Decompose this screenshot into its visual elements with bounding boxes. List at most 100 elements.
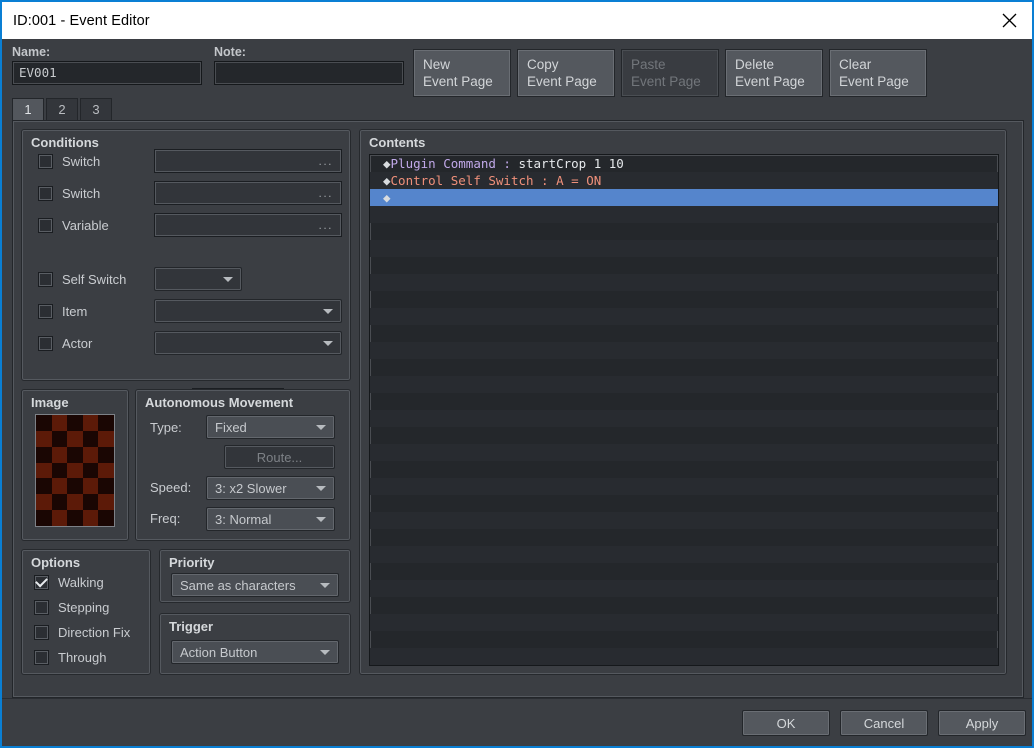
conditions-title: Conditions <box>31 135 99 150</box>
movement-type-label: Type: <box>150 420 182 435</box>
ellipsis-icon[interactable]: ... <box>318 218 333 232</box>
ellipsis-icon[interactable]: ... <box>318 186 333 200</box>
movement-freq-value: 3: Normal <box>215 512 316 527</box>
trigger-title: Trigger <box>169 619 213 634</box>
checker-cell <box>67 463 83 479</box>
chevron-down-icon <box>316 517 326 522</box>
event-page-panel: Conditions SwitchSwitchVariableSelf Swit… <box>12 120 1024 698</box>
checker-cell <box>36 447 52 463</box>
event-command-row-empty[interactable] <box>370 495 998 512</box>
condition-variable-field[interactable]: ... <box>154 213 342 237</box>
option-checkbox-walking[interactable] <box>34 575 49 590</box>
event-command-row-empty[interactable] <box>370 410 998 427</box>
option-checkbox-stepping[interactable] <box>34 600 49 615</box>
command-argument: startCrop 1 10 <box>518 156 623 171</box>
event-command-row-empty[interactable] <box>370 631 998 648</box>
ellipsis-icon[interactable]: ... <box>318 154 333 168</box>
event-command-row-empty[interactable] <box>370 580 998 597</box>
checker-cell <box>67 415 83 431</box>
event-command-row-empty[interactable] <box>370 461 998 478</box>
clear-event-page-button[interactable]: ClearEvent Page <box>829 49 927 97</box>
option-checkbox-direction-fix[interactable] <box>34 625 49 640</box>
new-event-page-button[interactable]: NewEvent Page <box>413 49 511 97</box>
condition-self-switch-select[interactable] <box>154 267 242 291</box>
priority-value: Same as characters <box>180 578 320 593</box>
note-input[interactable] <box>214 61 404 85</box>
event-page-tab-2[interactable]: 2 <box>46 98 78 120</box>
event-command-row-empty[interactable] <box>370 325 998 342</box>
event-command-row-empty[interactable] <box>370 478 998 495</box>
movement-route-button[interactable]: Route... <box>224 445 335 469</box>
checker-cell <box>36 415 52 431</box>
condition-checkbox-switch[interactable] <box>38 154 53 169</box>
condition-switch-field[interactable]: ... <box>154 149 342 173</box>
event-command-row[interactable]: ◆ <box>370 189 998 206</box>
event-command-row-empty[interactable] <box>370 291 998 308</box>
condition-actor-select[interactable] <box>154 331 342 355</box>
condition-checkbox-variable[interactable] <box>38 218 53 233</box>
event-command-row-empty[interactable] <box>370 512 998 529</box>
command-separator: : <box>496 156 519 171</box>
event-command-row-empty[interactable] <box>370 257 998 274</box>
checker-cell <box>98 494 114 510</box>
event-page-tab-1[interactable]: 1 <box>12 98 44 120</box>
event-command-row-empty[interactable] <box>370 342 998 359</box>
movement-freq-select[interactable]: 3: Normal <box>206 507 335 531</box>
option-checkbox-through[interactable] <box>34 650 49 665</box>
condition-checkbox-item[interactable] <box>38 304 53 319</box>
apply-button[interactable]: Apply <box>938 710 1026 736</box>
delete-event-page-button[interactable]: DeleteEvent Page <box>725 49 823 97</box>
movement-freq-label: Freq: <box>150 511 180 526</box>
event-command-row-empty[interactable] <box>370 206 998 223</box>
event-command-row-empty[interactable] <box>370 444 998 461</box>
priority-select[interactable]: Same as characters <box>171 573 339 597</box>
event-command-row-empty[interactable] <box>370 563 998 580</box>
condition-checkbox-self-switch[interactable] <box>38 272 53 287</box>
event-command-row[interactable]: ◆Plugin Command : startCrop 1 10 <box>370 155 998 172</box>
movement-speed-select[interactable]: 3: x2 Slower <box>206 476 335 500</box>
condition-label: Actor <box>62 336 92 351</box>
checker-cell <box>83 431 99 447</box>
checker-cell <box>98 510 114 526</box>
cancel-button[interactable]: Cancel <box>840 710 928 736</box>
checker-cell <box>52 415 68 431</box>
event-command-row-empty[interactable] <box>370 376 998 393</box>
title-bar: ID:001 - Event Editor <box>2 2 1032 39</box>
close-icon[interactable] <box>986 2 1032 39</box>
condition-row-switch: Switch <box>38 182 100 204</box>
event-command-row-empty[interactable] <box>370 546 998 563</box>
copy-event-page-button[interactable]: CopyEvent Page <box>517 49 615 97</box>
condition-row-self-switch: Self Switch <box>38 268 126 290</box>
event-page-tab-3[interactable]: 3 <box>80 98 112 120</box>
event-command-row[interactable]: ◆Control Self Switch : A = ON <box>370 172 998 189</box>
character-image-preview[interactable] <box>35 414 115 527</box>
event-command-row-empty[interactable] <box>370 648 998 665</box>
condition-switch-field[interactable]: ... <box>154 181 342 205</box>
image-title: Image <box>31 395 69 410</box>
condition-item-select[interactable] <box>154 299 342 323</box>
condition-checkbox-switch[interactable] <box>38 186 53 201</box>
event-command-row-empty[interactable] <box>370 223 998 240</box>
condition-checkbox-actor[interactable] <box>38 336 53 351</box>
name-input[interactable]: EV001 <box>12 61 202 85</box>
image-group: Image <box>21 389 129 541</box>
button-label-line1: New <box>423 56 510 73</box>
command-diamond-icon: ◆ <box>383 156 391 171</box>
movement-type-value: Fixed <box>215 420 316 435</box>
movement-type-select[interactable]: Fixed <box>206 415 335 439</box>
event-command-row-empty[interactable] <box>370 597 998 614</box>
event-command-row-empty[interactable] <box>370 240 998 257</box>
button-label-line2: Event Page <box>423 73 510 90</box>
event-command-row-empty[interactable] <box>370 614 998 631</box>
trigger-select[interactable]: Action Button <box>171 640 339 664</box>
event-command-row-empty[interactable] <box>370 359 998 376</box>
ok-button[interactable]: OK <box>742 710 830 736</box>
event-command-row-empty[interactable] <box>370 427 998 444</box>
event-command-row-empty[interactable] <box>370 274 998 291</box>
option-row-stepping: Stepping <box>34 597 109 617</box>
event-command-row-empty[interactable] <box>370 393 998 410</box>
button-label-line2: Event Page <box>839 73 926 90</box>
event-command-row-empty[interactable] <box>370 529 998 546</box>
event-command-row-empty[interactable] <box>370 308 998 325</box>
event-command-list[interactable]: ◆Plugin Command : startCrop 1 10◆Control… <box>369 154 999 666</box>
